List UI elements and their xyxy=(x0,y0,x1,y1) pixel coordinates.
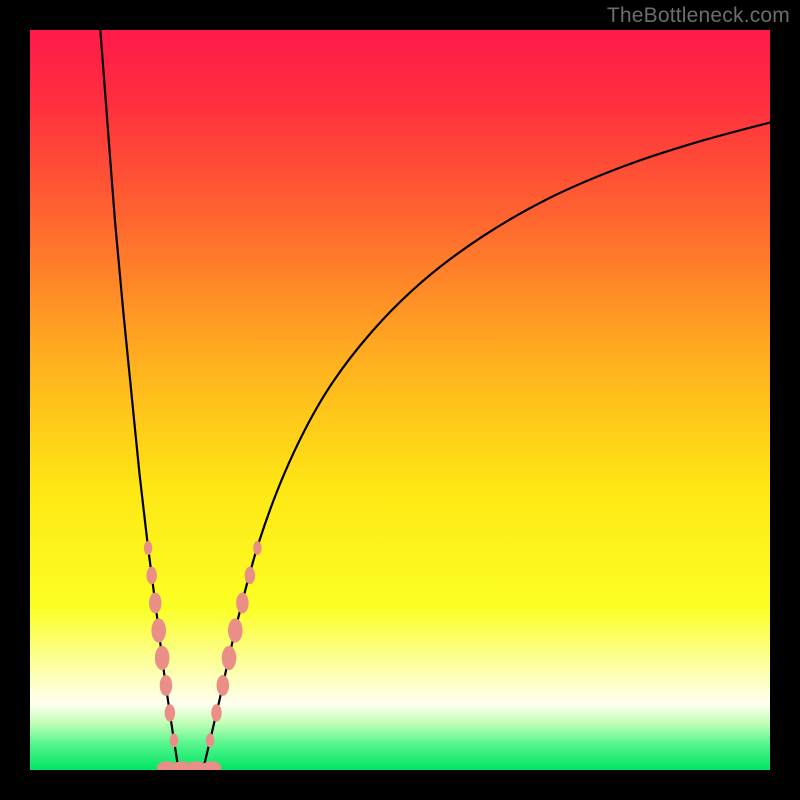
watermark-text: TheBottleneck.com xyxy=(607,4,790,28)
background-gradient xyxy=(30,30,770,770)
plot-area xyxy=(30,30,770,770)
chart-frame: TheBottleneck.com xyxy=(0,0,800,800)
